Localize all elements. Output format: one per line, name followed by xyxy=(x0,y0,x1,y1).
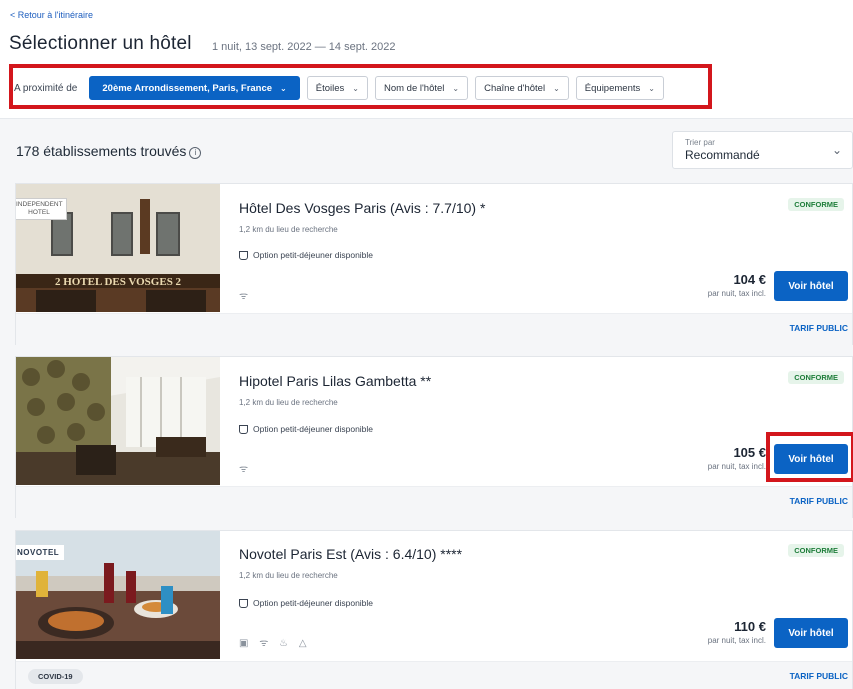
page-title: Sélectionner un hôtel xyxy=(9,33,192,54)
hotel-distance: 1,2 km du lieu de recherche xyxy=(239,398,338,407)
conforme-badge: CONFORME xyxy=(788,544,844,557)
amenities-filter[interactable]: Équipements ⌄ xyxy=(575,76,664,100)
breakfast-option-text: Option petit-déjeuner disponible xyxy=(253,598,374,608)
page-subtitle: 1 nuit, 13 sept. 2022 — 14 sept. 2022 xyxy=(212,41,396,53)
wifi-icon: ᯤ xyxy=(239,464,253,475)
hotel-name[interactable]: Novotel Paris Est (Avis : 6.4/10) **** xyxy=(239,546,462,562)
hotel-chain-filter-label: Chaîne d'hôtel xyxy=(484,82,546,94)
info-icon[interactable]: i xyxy=(189,147,202,159)
hotel-card: NOVOTEL Novotel Paris Est (Avis : 6.4/10… xyxy=(15,530,853,689)
breakfast-option: Option petit-déjeuner disponible xyxy=(239,598,373,608)
sort-label: Trier par xyxy=(685,138,715,147)
stars-filter-label: Étoiles xyxy=(315,82,345,94)
chevron-down-icon: ⌄ xyxy=(831,143,842,157)
hotel-card: Hipotel Paris Lilas Gambetta ** 1,2 km d… xyxy=(15,356,853,518)
amenities-filter-label: Équipements xyxy=(584,82,641,94)
amenities-icons: ▣ ᯤ ♨ △ xyxy=(239,638,311,649)
view-hotel-button[interactable]: Voir hôtel xyxy=(774,271,848,301)
results-count-text: 178 établissements trouvés xyxy=(16,143,187,159)
chevron-down-icon: ⌄ xyxy=(553,83,560,93)
hotel-price: 105 € xyxy=(733,445,766,460)
card-footer: TARIF PUBLIC xyxy=(16,313,852,345)
coffee-cup-icon xyxy=(239,250,248,260)
stars-filter[interactable]: Étoiles ⌄ xyxy=(306,76,368,100)
card-footer: TARIF PUBLIC xyxy=(16,486,852,518)
chevron-down-icon: ⌄ xyxy=(352,83,359,93)
breakfast-option-text: Option petit-déjeuner disponible xyxy=(253,250,374,260)
hotel-price: 110 € xyxy=(734,619,766,634)
public-rate-label: TARIF PUBLIC xyxy=(789,671,848,681)
sort-dropdown[interactable]: Trier par Recommandé ⌄ xyxy=(672,131,853,169)
location-filter-label: 20ème Arrondissement, Paris, France xyxy=(102,82,273,94)
results-count: 178 établissements trouvés i xyxy=(16,143,202,159)
breakfast-option: Option petit-déjeuner disponible xyxy=(239,424,373,434)
chevron-down-icon: ⌄ xyxy=(648,83,655,93)
public-rate-label: TARIF PUBLIC xyxy=(789,496,848,506)
conforme-badge: CONFORME xyxy=(788,371,844,384)
wifi-icon: ᯤ xyxy=(239,291,253,302)
hotel-distance: 1,2 km du lieu de recherche xyxy=(239,225,338,234)
hotel-name-filter-label: Nom de l'hôtel xyxy=(383,82,445,94)
location-filter[interactable]: 20ème Arrondissement, Paris, France ⌄ xyxy=(89,76,300,100)
covid-badge: COVID-19 xyxy=(28,669,83,684)
price-note: par nuit, tax incl. xyxy=(707,289,766,298)
chevron-down-icon: ⌄ xyxy=(280,83,287,93)
independent-hotel-logo: INDEPENDENT HOTEL xyxy=(16,198,67,220)
hotel-name[interactable]: Hipotel Paris Lilas Gambetta ** xyxy=(239,373,431,389)
novotel-logo: NOVOTEL xyxy=(16,545,65,560)
sort-value: Recommandé xyxy=(685,148,760,162)
public-rate-label: TARIF PUBLIC xyxy=(789,323,848,333)
hotel-photo[interactable]: 2 HOTEL DES VOSGES 2 INDEPENDENT HOTEL xyxy=(16,184,220,312)
hotel-name-filter[interactable]: Nom de l'hôtel ⌄ xyxy=(374,76,469,100)
coffee-cup-icon xyxy=(239,424,248,434)
near-label: A proximité de xyxy=(14,82,78,94)
hotel-name[interactable]: Hôtel Des Vosges Paris (Avis : 7.7/10) * xyxy=(239,200,485,216)
coffee-cup-icon xyxy=(239,598,248,608)
chevron-down-icon: ⌄ xyxy=(452,83,460,93)
price-note: par nuit, tax incl. xyxy=(707,462,766,471)
conforme-badge: CONFORME xyxy=(788,198,844,211)
hotel-chain-filter[interactable]: Chaîne d'hôtel ⌄ xyxy=(475,76,569,100)
breakfast-option-text: Option petit-déjeuner disponible xyxy=(253,424,374,434)
filter-bar: A proximité de 20ème Arrondissement, Par… xyxy=(14,75,671,101)
hotel-price: 104 € xyxy=(733,272,766,287)
breakfast-option: Option petit-déjeuner disponible xyxy=(239,250,373,260)
hotel-photo[interactable] xyxy=(16,357,220,485)
hotel-photo[interactable]: NOVOTEL xyxy=(16,531,220,659)
price-note: par nuit, tax incl. xyxy=(707,636,766,645)
hotel-card: 2 HOTEL DES VOSGES 2 INDEPENDENT HOTEL H… xyxy=(15,183,853,345)
view-hotel-highlight-frame xyxy=(766,432,853,482)
back-to-itinerary-link[interactable]: < Retour à l'itinéraire xyxy=(10,10,93,20)
card-footer: COVID-19 TARIF PUBLIC xyxy=(16,661,852,689)
view-hotel-button[interactable]: Voir hôtel xyxy=(774,618,848,648)
hotel-distance: 1,2 km du lieu de recherche xyxy=(239,571,338,580)
hotel-sign-text: 2 HOTEL DES VOSGES 2 xyxy=(55,276,182,288)
